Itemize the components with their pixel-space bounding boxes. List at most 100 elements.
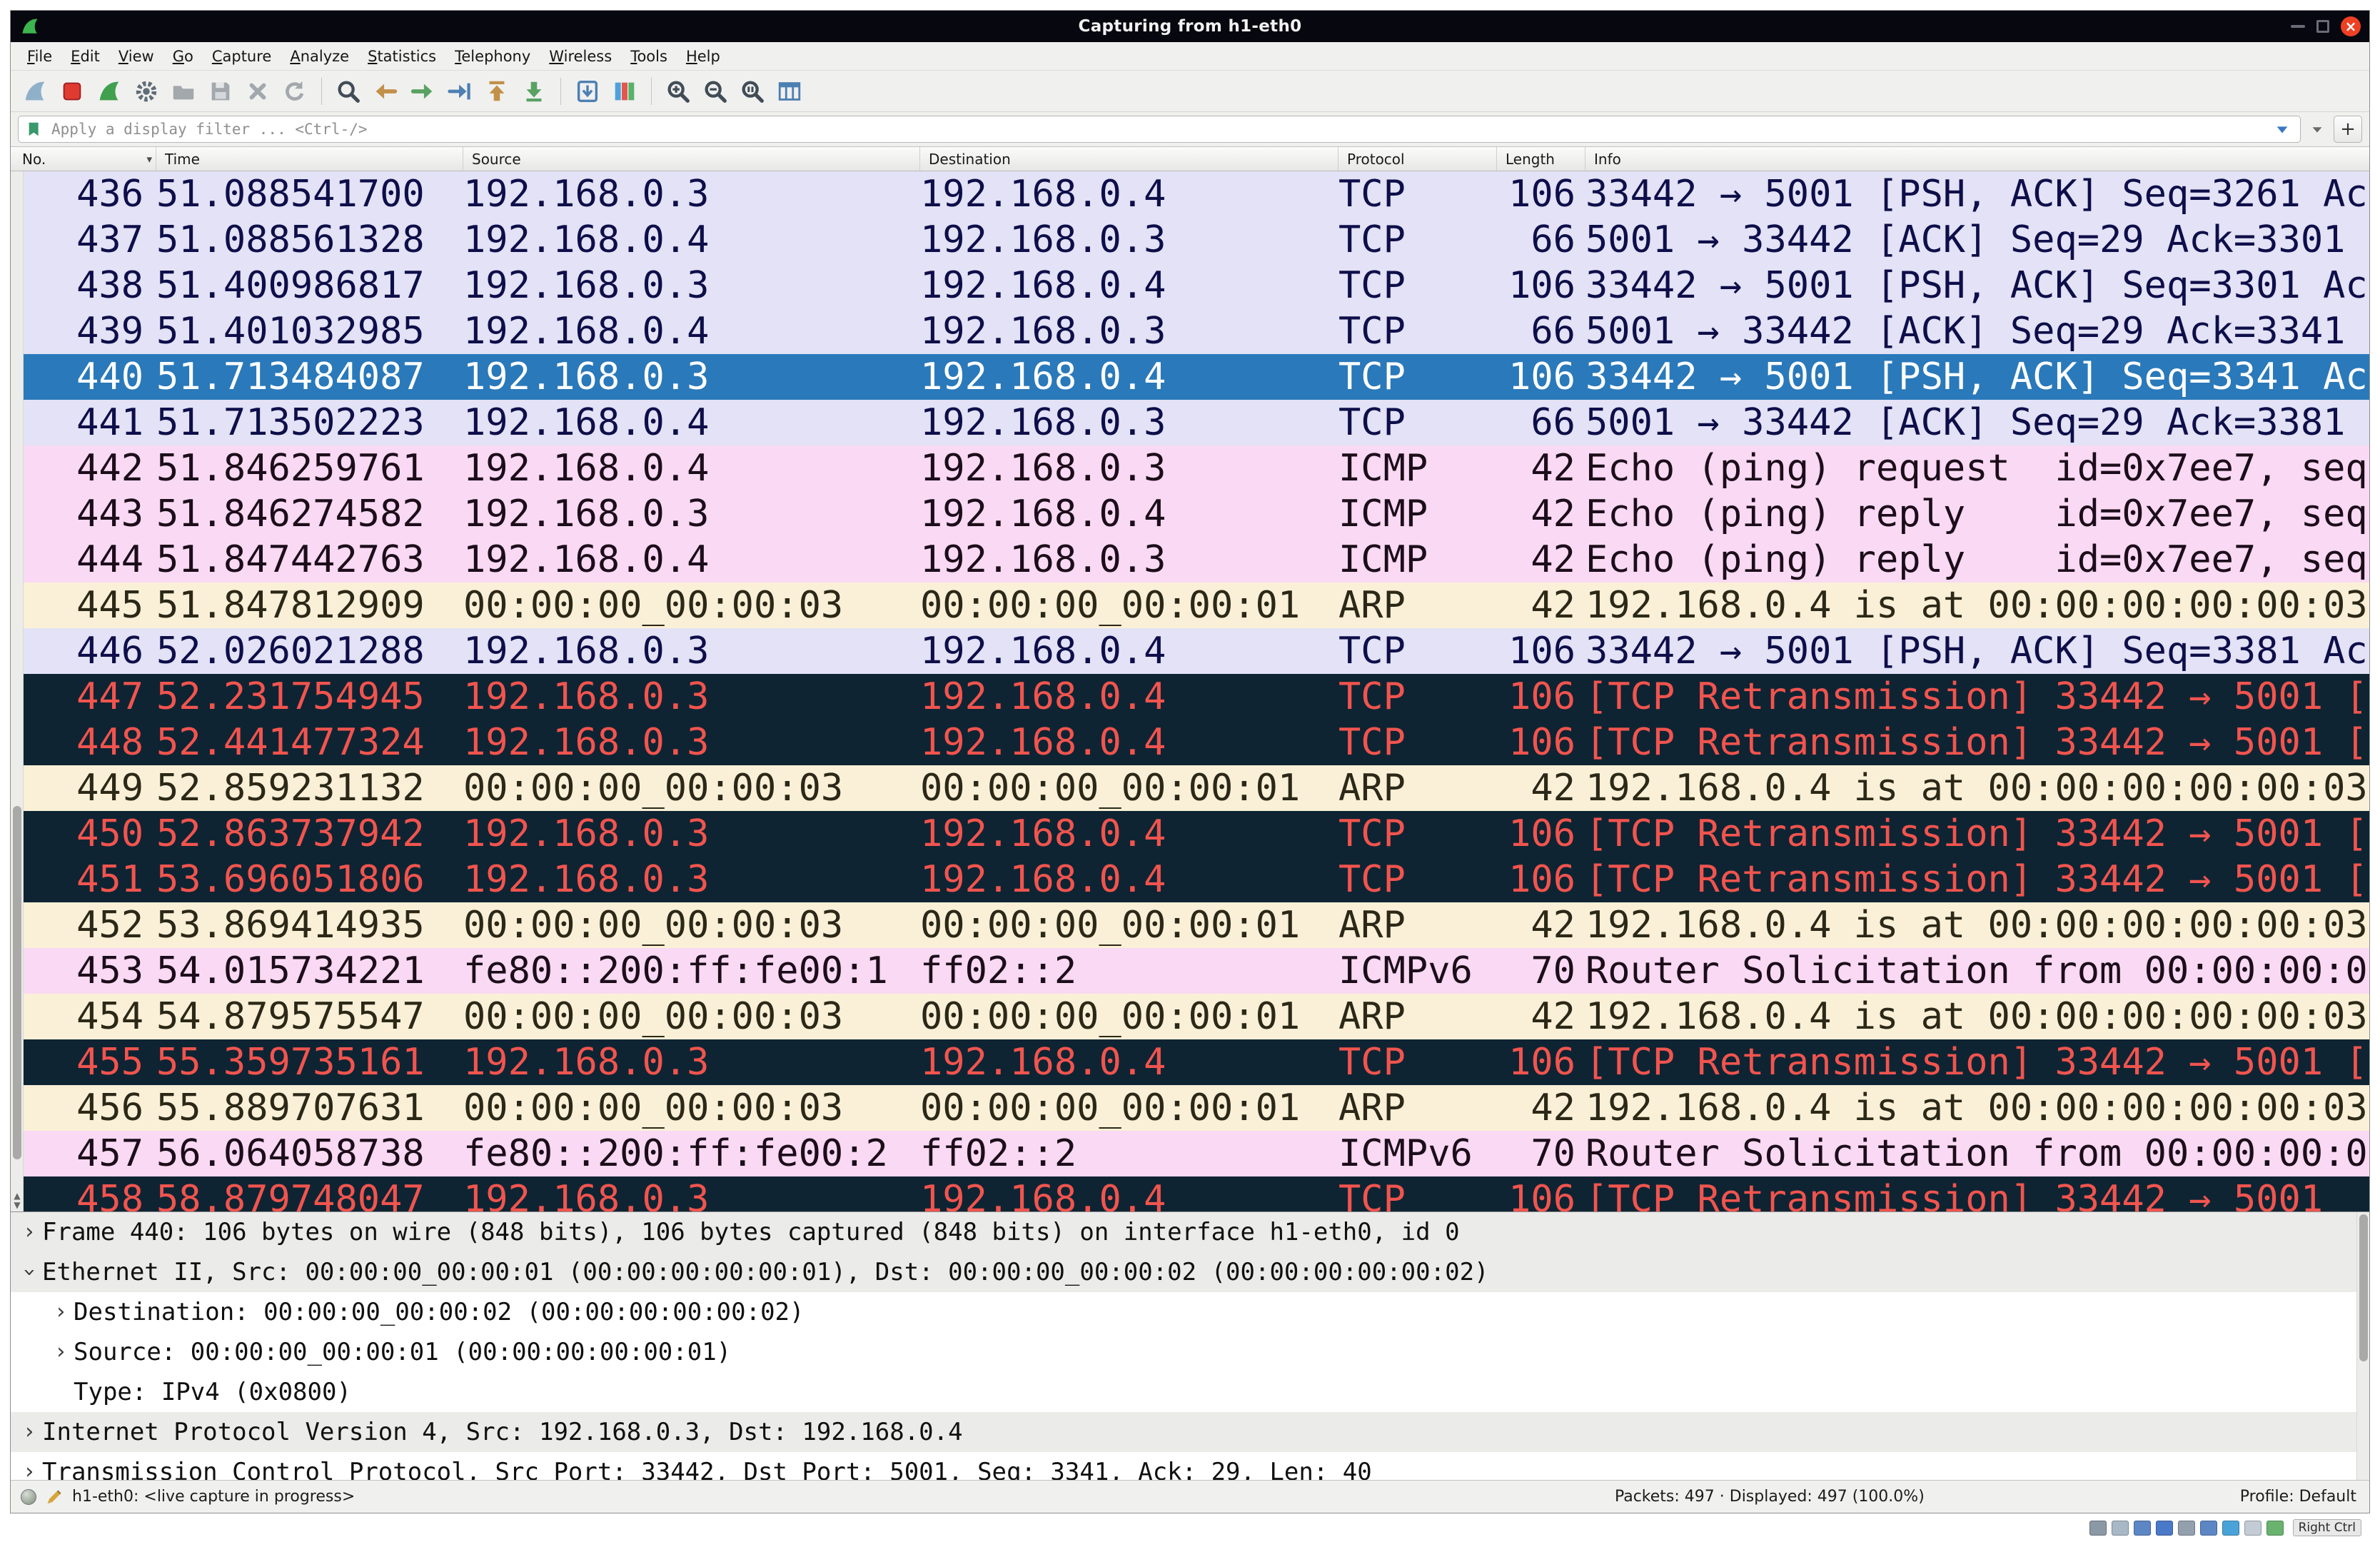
go-last-packet-icon[interactable] bbox=[517, 74, 551, 109]
packet-row-443[interactable]: 44351.846274582192.168.0.3192.168.0.4ICM… bbox=[11, 491, 2369, 537]
find-packet-icon[interactable] bbox=[331, 74, 365, 109]
minimize-icon[interactable] bbox=[2291, 25, 2305, 28]
packet-row-437[interactable]: 43751.088561328192.168.0.4192.168.0.3TCP… bbox=[11, 217, 2369, 263]
menu-item-file[interactable]: File bbox=[18, 48, 61, 65]
packet-row-457[interactable]: 45756.064058738fe80::200:ff:fe00:2ff02::… bbox=[11, 1131, 2369, 1176]
zoom-out-icon[interactable] bbox=[698, 74, 732, 109]
menu-item-view[interactable]: View bbox=[109, 48, 163, 65]
packet-row-442[interactable]: 44251.846259761192.168.0.4192.168.0.3ICM… bbox=[11, 445, 2369, 491]
packet-row-440[interactable]: 44051.713484087192.168.0.3192.168.0.4TCP… bbox=[11, 354, 2369, 400]
packet-row-451[interactable]: 45153.696051806192.168.0.3192.168.0.4TCP… bbox=[11, 857, 2369, 902]
close-icon[interactable]: × bbox=[2341, 16, 2361, 36]
menu-item-capture[interactable]: Capture bbox=[203, 48, 281, 65]
display-filter-input[interactable] bbox=[51, 117, 2264, 141]
detail-row[interactable]: ›Destination: 00:00:00_00:00:02 (00:00:0… bbox=[11, 1292, 2369, 1332]
go-first-packet-icon[interactable] bbox=[480, 74, 514, 109]
packet-list-scrollbar[interactable]: ▲▼ bbox=[11, 171, 24, 1211]
column-header-no[interactable]: No.▾ bbox=[11, 147, 156, 171]
auto-scroll-icon[interactable] bbox=[570, 74, 605, 109]
colorize-packets-icon[interactable] bbox=[607, 74, 642, 109]
packet-row-446[interactable]: 44652.026021288192.168.0.3192.168.0.4TCP… bbox=[11, 628, 2369, 674]
zoom-original-icon[interactable] bbox=[735, 74, 770, 109]
detail-toggle-icon[interactable]: › bbox=[11, 1259, 49, 1285]
start-capture-icon[interactable] bbox=[18, 74, 52, 109]
open-capture-file-icon[interactable] bbox=[166, 74, 201, 109]
vm-recording-icon[interactable] bbox=[2244, 1521, 2261, 1536]
packet-row-454[interactable]: 45454.87957554700:00:00_00:00:0300:00:00… bbox=[11, 994, 2369, 1039]
scrollbar-thumb[interactable] bbox=[13, 806, 21, 1159]
menu-item-edit[interactable]: Edit bbox=[61, 48, 109, 65]
detail-row[interactable]: ›Transmission Control Protocol, Src Port… bbox=[11, 1452, 2369, 1480]
column-header-source[interactable]: Source bbox=[463, 147, 920, 171]
packet-row-444[interactable]: 44451.847442763192.168.0.4192.168.0.3ICM… bbox=[11, 537, 2369, 583]
detail-row[interactable]: Type: IPv4 (0x0800) bbox=[11, 1372, 2369, 1412]
column-header-destination[interactable]: Destination bbox=[920, 147, 1338, 171]
packet-row-458[interactable]: 45858.879748047192.168.0.3192.168.0.4TCP… bbox=[11, 1176, 2369, 1211]
vm-audio-icon[interactable] bbox=[2134, 1521, 2151, 1536]
go-to-packet-icon[interactable] bbox=[443, 74, 477, 109]
filter-expression-arrow-icon[interactable] bbox=[2306, 116, 2328, 143]
packet-row-453[interactable]: 45354.015734221fe80::200:ff:fe00:1ff02::… bbox=[11, 948, 2369, 994]
detail-scrollbar[interactable] bbox=[2356, 1212, 2369, 1480]
detail-toggle-icon[interactable]: › bbox=[16, 1412, 42, 1452]
zoom-in-icon[interactable] bbox=[661, 74, 695, 109]
packet-row-448[interactable]: 44852.441477324192.168.0.3192.168.0.4TCP… bbox=[11, 720, 2369, 765]
title-bar[interactable]: Capturing from h1-eth0 × bbox=[11, 11, 2369, 42]
menu-item-go[interactable]: Go bbox=[163, 48, 203, 65]
stop-capture-icon[interactable] bbox=[55, 74, 89, 109]
packet-row-438[interactable]: 43851.400986817192.168.0.3192.168.0.4TCP… bbox=[11, 263, 2369, 308]
profile-button[interactable]: Profile: Default bbox=[2240, 1488, 2356, 1506]
filter-history-dropdown-icon[interactable] bbox=[2271, 116, 2293, 143]
packet-row-455[interactable]: 45555.359735161192.168.0.3192.168.0.4TCP… bbox=[11, 1039, 2369, 1085]
vm-hdd-icon[interactable] bbox=[2089, 1521, 2107, 1536]
filter-bookmark-icon[interactable] bbox=[26, 120, 44, 138]
detail-row[interactable]: ›Internet Protocol Version 4, Src: 192.1… bbox=[11, 1412, 2369, 1452]
vm-cd-icon[interactable] bbox=[2112, 1521, 2129, 1536]
packet-row-441[interactable]: 44151.713502223192.168.0.4192.168.0.3TCP… bbox=[11, 400, 2369, 445]
go-forward-icon[interactable] bbox=[405, 74, 440, 109]
menu-item-tools[interactable]: Tools bbox=[621, 48, 677, 65]
vm-shared-folders-icon[interactable] bbox=[2200, 1521, 2217, 1536]
column-header-time[interactable]: Time bbox=[156, 147, 463, 171]
packet-row-456[interactable]: 45655.88970763100:00:00_00:00:0300:00:00… bbox=[11, 1085, 2369, 1131]
packet-row-450[interactable]: 45052.863737942192.168.0.3192.168.0.4TCP… bbox=[11, 811, 2369, 857]
vm-features-icon[interactable] bbox=[2266, 1521, 2284, 1536]
packet-row-445[interactable]: 44551.84781290900:00:00_00:00:0300:00:00… bbox=[11, 583, 2369, 628]
menu-item-telephony[interactable]: Telephony bbox=[445, 48, 540, 65]
add-filter-button[interactable]: + bbox=[2334, 116, 2362, 143]
menu-item-statistics[interactable]: Statistics bbox=[358, 48, 445, 65]
vm-usb-icon[interactable] bbox=[2178, 1521, 2195, 1536]
detail-row[interactable]: ›Ethernet II, Src: 00:00:00_00:00:01 (00… bbox=[11, 1252, 2369, 1292]
capture-comment-icon[interactable] bbox=[45, 1488, 64, 1506]
packet-row-452[interactable]: 45253.86941493500:00:00_00:00:0300:00:00… bbox=[11, 902, 2369, 948]
detail-toggle-icon[interactable]: › bbox=[16, 1212, 42, 1252]
detail-toggle-icon[interactable]: › bbox=[48, 1332, 74, 1372]
vm-display-icon[interactable] bbox=[2222, 1521, 2239, 1536]
detail-scrollbar-thumb[interactable] bbox=[2359, 1214, 2368, 1361]
detail-toggle-icon[interactable]: › bbox=[48, 1292, 74, 1332]
restart-capture-icon[interactable] bbox=[92, 74, 126, 109]
menu-item-analyze[interactable]: Analyze bbox=[281, 48, 358, 65]
packet-row-436[interactable]: 43651.088541700192.168.0.3192.168.0.4TCP… bbox=[11, 171, 2369, 217]
reload-capture-file-icon[interactable] bbox=[278, 74, 312, 109]
packet-row-447[interactable]: 44752.231754945192.168.0.3192.168.0.4TCP… bbox=[11, 674, 2369, 720]
vm-network-icon[interactable] bbox=[2156, 1521, 2173, 1536]
expert-info-icon[interactable] bbox=[21, 1489, 36, 1505]
menu-item-help[interactable]: Help bbox=[677, 48, 730, 65]
close-capture-file-icon[interactable] bbox=[241, 74, 275, 109]
go-back-icon[interactable] bbox=[368, 74, 403, 109]
column-header-info[interactable]: Info bbox=[1585, 147, 2369, 171]
packet-row-439[interactable]: 43951.401032985192.168.0.4192.168.0.3TCP… bbox=[11, 308, 2369, 354]
capture-options-icon[interactable] bbox=[129, 74, 163, 109]
column-header-protocol[interactable]: Protocol bbox=[1338, 147, 1497, 171]
detail-toggle-icon[interactable]: › bbox=[16, 1452, 42, 1480]
packet-row-449[interactable]: 44952.85923113200:00:00_00:00:0300:00:00… bbox=[11, 765, 2369, 811]
menu-item-wireless[interactable]: Wireless bbox=[540, 48, 621, 65]
detail-row[interactable]: ›Frame 440: 106 bytes on wire (848 bits)… bbox=[11, 1212, 2369, 1252]
column-header-length[interactable]: Length bbox=[1497, 147, 1585, 171]
detail-row[interactable]: ›Source: 00:00:00_00:00:01 (00:00:00:00:… bbox=[11, 1332, 2369, 1372]
resize-columns-icon[interactable] bbox=[772, 74, 807, 109]
maximize-icon[interactable] bbox=[2316, 20, 2329, 33]
scrollbar-step-icons[interactable]: ▲▼ bbox=[11, 1191, 24, 1210]
save-capture-file-icon[interactable] bbox=[203, 74, 238, 109]
